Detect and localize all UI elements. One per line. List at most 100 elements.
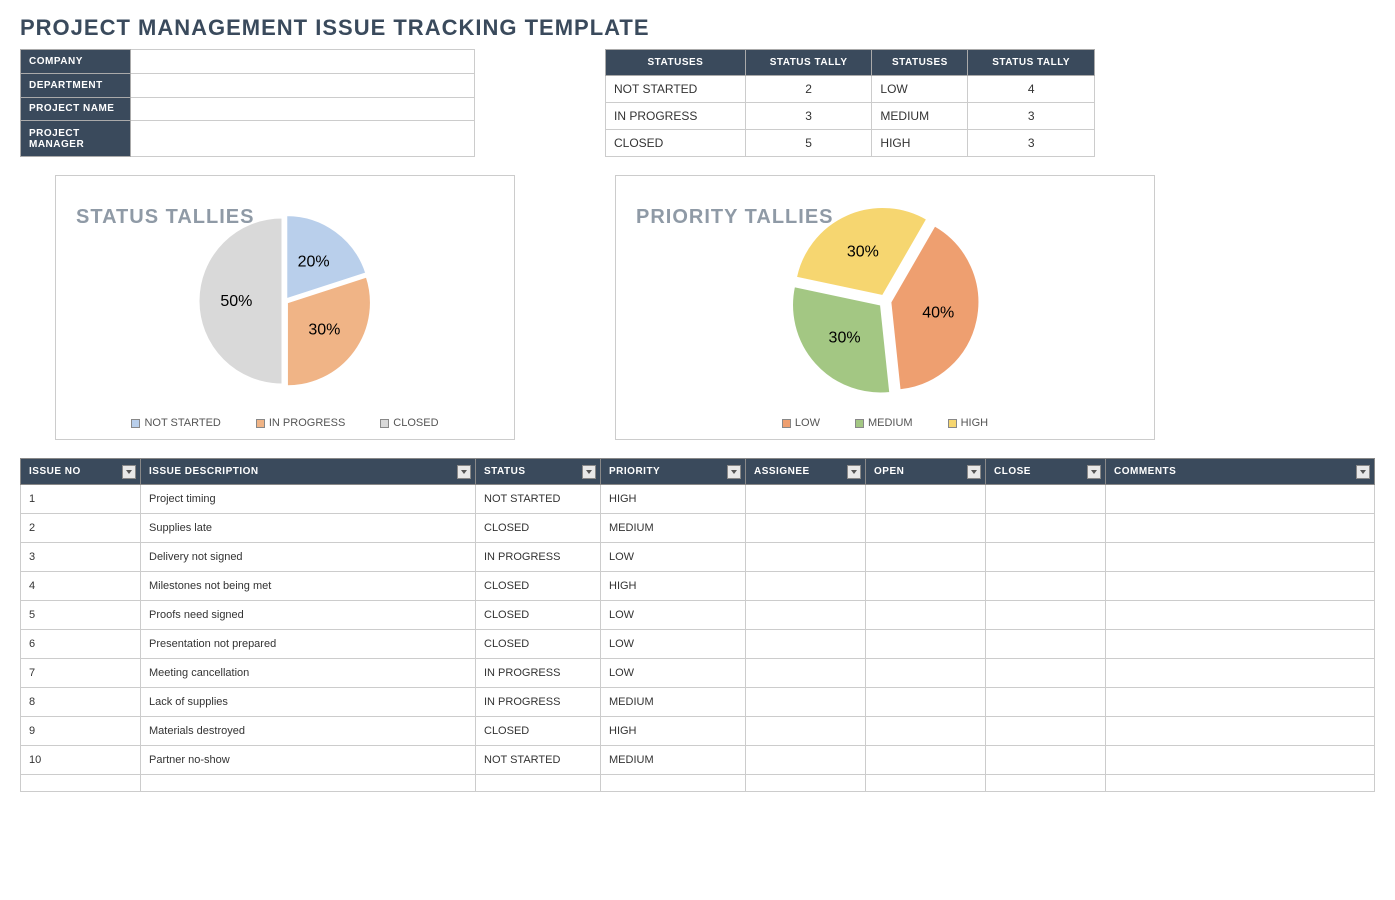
cell-status[interactable]: CLOSED <box>476 717 601 746</box>
filter-icon[interactable] <box>457 465 471 479</box>
value-company[interactable] <box>131 50 475 74</box>
cell-close[interactable] <box>986 746 1106 775</box>
filter-icon[interactable] <box>847 465 861 479</box>
filter-icon[interactable] <box>727 465 741 479</box>
cell-open[interactable] <box>866 514 986 543</box>
cell-comments[interactable] <box>1106 572 1375 601</box>
cell-desc[interactable]: Materials destroyed <box>141 717 476 746</box>
cell-close[interactable] <box>986 630 1106 659</box>
cell-priority[interactable] <box>601 775 746 792</box>
cell-desc[interactable]: Lack of supplies <box>141 688 476 717</box>
cell-open[interactable] <box>866 688 986 717</box>
cell-desc[interactable]: Supplies late <box>141 514 476 543</box>
cell-open[interactable] <box>866 485 986 514</box>
cell-assignee[interactable] <box>746 543 866 572</box>
cell-priority[interactable]: LOW <box>601 659 746 688</box>
cell-no[interactable]: 2 <box>21 514 141 543</box>
cell-no[interactable]: 4 <box>21 572 141 601</box>
cell-open[interactable] <box>866 659 986 688</box>
cell-priority[interactable]: HIGH <box>601 717 746 746</box>
cell-assignee[interactable] <box>746 775 866 792</box>
cell-open[interactable] <box>866 717 986 746</box>
cell-status[interactable]: NOT STARTED <box>476 485 601 514</box>
cell-assignee[interactable] <box>746 485 866 514</box>
cell-assignee[interactable] <box>746 659 866 688</box>
cell-priority[interactable]: LOW <box>601 601 746 630</box>
cell-status[interactable]: CLOSED <box>476 601 601 630</box>
filter-icon[interactable] <box>582 465 596 479</box>
filter-icon[interactable] <box>1087 465 1101 479</box>
cell-comments[interactable] <box>1106 601 1375 630</box>
cell-comments[interactable] <box>1106 630 1375 659</box>
cell-status[interactable]: IN PROGRESS <box>476 659 601 688</box>
cell-close[interactable] <box>986 485 1106 514</box>
cell-close[interactable] <box>986 717 1106 746</box>
cell-comments[interactable] <box>1106 717 1375 746</box>
cell-no[interactable]: 9 <box>21 717 141 746</box>
cell-status[interactable] <box>476 775 601 792</box>
cell-priority[interactable]: HIGH <box>601 485 746 514</box>
cell-priority[interactable]: LOW <box>601 543 746 572</box>
cell-no[interactable]: 7 <box>21 659 141 688</box>
cell-no[interactable] <box>21 775 141 792</box>
cell-desc[interactable]: Project timing <box>141 485 476 514</box>
cell-comments[interactable] <box>1106 659 1375 688</box>
cell-assignee[interactable] <box>746 572 866 601</box>
filter-icon[interactable] <box>122 465 136 479</box>
cell-close[interactable] <box>986 775 1106 792</box>
cell-no[interactable]: 8 <box>21 688 141 717</box>
cell-comments[interactable] <box>1106 775 1375 792</box>
value-project-manager[interactable] <box>131 121 475 157</box>
cell-desc[interactable]: Presentation not prepared <box>141 630 476 659</box>
cell-no[interactable]: 5 <box>21 601 141 630</box>
filter-icon[interactable] <box>1356 465 1370 479</box>
cell-status[interactable]: IN PROGRESS <box>476 688 601 717</box>
cell-priority[interactable]: LOW <box>601 630 746 659</box>
cell-assignee[interactable] <box>746 514 866 543</box>
value-department[interactable] <box>131 73 475 97</box>
cell-assignee[interactable] <box>746 688 866 717</box>
cell-assignee[interactable] <box>746 601 866 630</box>
cell-open[interactable] <box>866 746 986 775</box>
cell-close[interactable] <box>986 572 1106 601</box>
cell-status[interactable]: CLOSED <box>476 572 601 601</box>
cell-assignee[interactable] <box>746 717 866 746</box>
cell-no[interactable]: 10 <box>21 746 141 775</box>
cell-priority[interactable]: MEDIUM <box>601 514 746 543</box>
cell-close[interactable] <box>986 601 1106 630</box>
cell-priority[interactable]: HIGH <box>601 572 746 601</box>
cell-no[interactable]: 3 <box>21 543 141 572</box>
cell-comments[interactable] <box>1106 746 1375 775</box>
cell-comments[interactable] <box>1106 543 1375 572</box>
cell-close[interactable] <box>986 543 1106 572</box>
cell-close[interactable] <box>986 514 1106 543</box>
filter-icon[interactable] <box>967 465 981 479</box>
cell-priority[interactable]: MEDIUM <box>601 746 746 775</box>
cell-open[interactable] <box>866 630 986 659</box>
cell-desc[interactable] <box>141 775 476 792</box>
cell-no[interactable]: 6 <box>21 630 141 659</box>
cell-desc[interactable]: Milestones not being met <box>141 572 476 601</box>
cell-comments[interactable] <box>1106 514 1375 543</box>
cell-desc[interactable]: Proofs need signed <box>141 601 476 630</box>
cell-close[interactable] <box>986 659 1106 688</box>
cell-comments[interactable] <box>1106 485 1375 514</box>
cell-open[interactable] <box>866 775 986 792</box>
cell-desc[interactable]: Delivery not signed <box>141 543 476 572</box>
cell-assignee[interactable] <box>746 630 866 659</box>
cell-desc[interactable]: Partner no-show <box>141 746 476 775</box>
cell-assignee[interactable] <box>746 746 866 775</box>
cell-priority[interactable]: MEDIUM <box>601 688 746 717</box>
cell-open[interactable] <box>866 543 986 572</box>
cell-comments[interactable] <box>1106 688 1375 717</box>
cell-status[interactable]: NOT STARTED <box>476 746 601 775</box>
cell-status[interactable]: CLOSED <box>476 630 601 659</box>
cell-status[interactable]: CLOSED <box>476 514 601 543</box>
value-project-name[interactable] <box>131 97 475 121</box>
cell-open[interactable] <box>866 601 986 630</box>
cell-desc[interactable]: Meeting cancellation <box>141 659 476 688</box>
cell-close[interactable] <box>986 688 1106 717</box>
cell-status[interactable]: IN PROGRESS <box>476 543 601 572</box>
cell-open[interactable] <box>866 572 986 601</box>
cell-no[interactable]: 1 <box>21 485 141 514</box>
